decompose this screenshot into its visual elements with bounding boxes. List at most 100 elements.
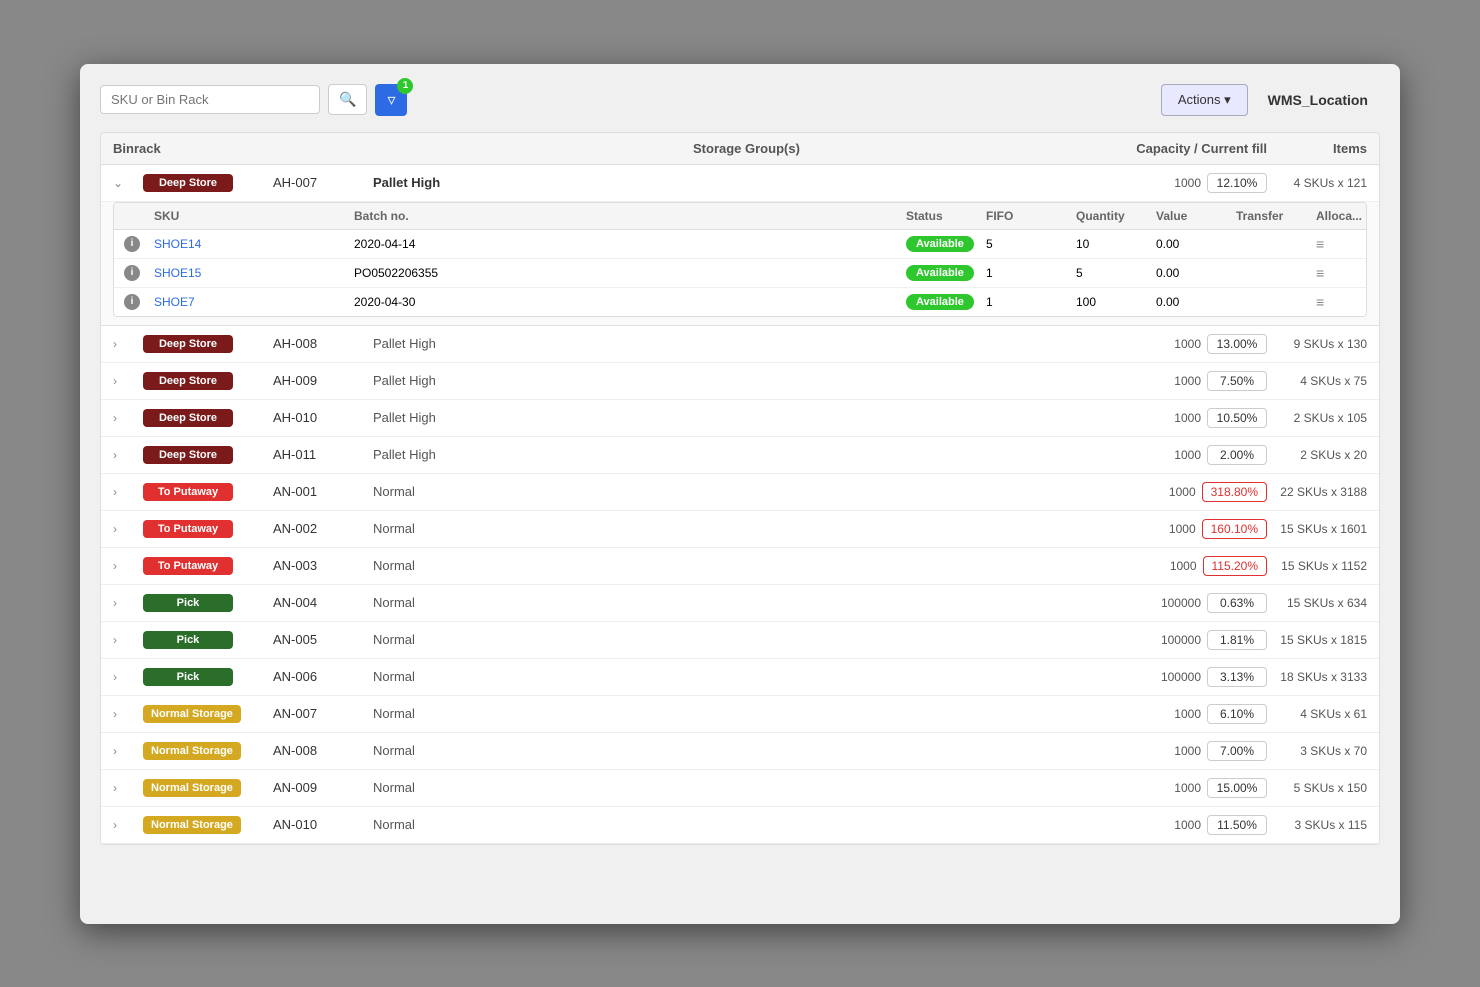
row-tag: Deep Store: [143, 335, 273, 353]
row-items: 2 SKUs x 20: [1267, 448, 1367, 462]
info-icon[interactable]: i: [124, 294, 140, 310]
sub-header-value: Value: [1156, 209, 1236, 223]
row-capacity-fill: 1000 2.00%: [1147, 445, 1267, 465]
search-box[interactable]: [100, 85, 320, 114]
items-count: 4 SKUs x 121: [1267, 176, 1367, 190]
chevron-right-icon[interactable]: ›: [113, 559, 143, 573]
sub-header-fifo: FIFO: [986, 209, 1076, 223]
row-capacity-fill: 1000 11.50%: [1147, 815, 1267, 835]
search-icon: 🔍: [339, 91, 356, 107]
row-code: AN-004: [273, 595, 373, 610]
sku-link[interactable]: SHOE14: [154, 237, 354, 251]
qty-val: 10: [1076, 237, 1156, 251]
row-storage: Pallet High: [373, 336, 1147, 351]
qty-val: 100: [1076, 295, 1156, 309]
chevron-right-icon[interactable]: ›: [113, 448, 143, 462]
expanded-binrack-row: ⌄ Deep Store AH-007 Pallet High 1000 12.…: [101, 165, 1379, 326]
storage-group: Pallet High: [373, 175, 1147, 190]
chevron-right-icon[interactable]: ›: [113, 818, 143, 832]
fifo-val: 1: [986, 266, 1076, 280]
table-header: Binrack Storage Group(s) Capacity / Curr…: [101, 133, 1379, 165]
search-button[interactable]: 🔍: [328, 84, 367, 115]
row-code: AN-007: [273, 706, 373, 721]
table-row: › Deep Store AH-010 Pallet High 1000 10.…: [101, 400, 1379, 437]
status-badge: Available: [906, 236, 974, 252]
table-row: › Deep Store AH-008 Pallet High 1000 13.…: [101, 326, 1379, 363]
row-code: AN-010: [273, 817, 373, 832]
table-row: › Pick AN-005 Normal 100000 1.81% 15 SKU…: [101, 622, 1379, 659]
sub-table: SKU Batch no. Status FIFO Quantity Value…: [113, 202, 1367, 317]
row-capacity-fill: 1000 7.00%: [1147, 741, 1267, 761]
row-menu-icon[interactable]: ≡: [1316, 265, 1356, 281]
search-input[interactable]: [111, 92, 309, 107]
sub-header-sku: SKU: [154, 209, 354, 223]
sub-table-row: i SHOE14 2020-04-14 Available 5 10 0.00 …: [114, 230, 1366, 259]
row-capacity-fill: 100000 0.63%: [1147, 593, 1267, 613]
chevron-right-icon[interactable]: ›: [113, 670, 143, 684]
row-storage: Normal: [373, 817, 1147, 832]
status-badge: Available: [906, 265, 974, 281]
row-storage: Normal: [373, 632, 1147, 647]
row-tag: Normal Storage: [143, 816, 273, 834]
info-icon[interactable]: i: [124, 236, 140, 252]
row-items: 4 SKUs x 75: [1267, 374, 1367, 388]
chevron-right-icon[interactable]: ›: [113, 485, 143, 499]
chevron-right-icon[interactable]: ›: [113, 411, 143, 425]
sub-header-status: Status: [906, 209, 986, 223]
row-storage: Normal: [373, 780, 1147, 795]
sku-link[interactable]: SHOE15: [154, 266, 354, 280]
capacity-value: 1000 12.10%: [1147, 173, 1267, 193]
row-capacity-fill: 1000 6.10%: [1147, 704, 1267, 724]
sub-table-header: SKU Batch no. Status FIFO Quantity Value…: [114, 203, 1366, 230]
row-capacity-fill: 1000 15.00%: [1147, 778, 1267, 798]
filter-button[interactable]: 1 ▿: [375, 84, 407, 116]
chevron-right-icon[interactable]: ›: [113, 522, 143, 536]
batch-no: PO0502206355: [354, 266, 554, 280]
row-tag: To Putaway: [143, 557, 273, 575]
row-code: AN-005: [273, 632, 373, 647]
header-capacity: Capacity / Current fill: [1093, 141, 1267, 156]
table-row: › Deep Store AH-009 Pallet High 1000 7.5…: [101, 363, 1379, 400]
row-tag: Normal Storage: [143, 705, 273, 723]
chevron-right-icon[interactable]: ›: [113, 633, 143, 647]
main-window: 🔍 1 ▿ Actions ▾ WMS_Location Binrack Sto…: [80, 64, 1400, 924]
row-storage: Normal: [373, 484, 1147, 499]
chevron-right-icon[interactable]: ›: [113, 337, 143, 351]
chevron-right-icon[interactable]: ›: [113, 596, 143, 610]
row-items: 18 SKUs x 3133: [1267, 670, 1367, 684]
row-storage: Normal: [373, 669, 1147, 684]
row-code: AN-006: [273, 669, 373, 684]
toolbar: 🔍 1 ▿ Actions ▾ WMS_Location: [100, 84, 1380, 116]
row-items: 4 SKUs x 61: [1267, 707, 1367, 721]
sub-header-transfer: Transfer: [1236, 209, 1316, 223]
sub-table-row: i SHOE15 PO0502206355 Available 1 5 0.00…: [114, 259, 1366, 288]
info-icon[interactable]: i: [124, 265, 140, 281]
actions-button[interactable]: Actions ▾: [1161, 84, 1248, 116]
filter-icon: ▿: [387, 92, 395, 109]
chevron-right-icon[interactable]: ›: [113, 707, 143, 721]
chevron-right-icon[interactable]: ›: [113, 781, 143, 795]
row-code: AH-011: [273, 447, 373, 462]
sub-table-row: i SHOE7 2020-04-30 Available 1 100 0.00 …: [114, 288, 1366, 316]
row-items: 2 SKUs x 105: [1267, 411, 1367, 425]
row-tag: Deep Store: [143, 409, 273, 427]
table-row: › Deep Store AH-011 Pallet High 1000 2.0…: [101, 437, 1379, 474]
row-items: 15 SKUs x 1815: [1267, 633, 1367, 647]
chevron-right-icon[interactable]: ›: [113, 374, 143, 388]
fifo-val: 5: [986, 237, 1076, 251]
fifo-val: 1: [986, 295, 1076, 309]
chevron-right-icon[interactable]: ›: [113, 744, 143, 758]
row-storage: Pallet High: [373, 410, 1147, 425]
row-storage: Normal: [373, 743, 1147, 758]
sku-link[interactable]: SHOE7: [154, 295, 354, 309]
value-val: 0.00: [1156, 237, 1236, 251]
binrack-row-expanded: ⌄ Deep Store AH-007 Pallet High 1000 12.…: [101, 165, 1379, 202]
row-menu-icon[interactable]: ≡: [1316, 294, 1356, 310]
row-tag: To Putaway: [143, 483, 273, 501]
chevron-down-icon[interactable]: ⌄: [113, 176, 143, 190]
row-menu-icon[interactable]: ≡: [1316, 236, 1356, 252]
sub-header-batch: Batch no.: [354, 209, 554, 223]
row-code: AN-009: [273, 780, 373, 795]
sub-header-qty: Quantity: [1076, 209, 1156, 223]
row-capacity-fill: 1000 7.50%: [1147, 371, 1267, 391]
